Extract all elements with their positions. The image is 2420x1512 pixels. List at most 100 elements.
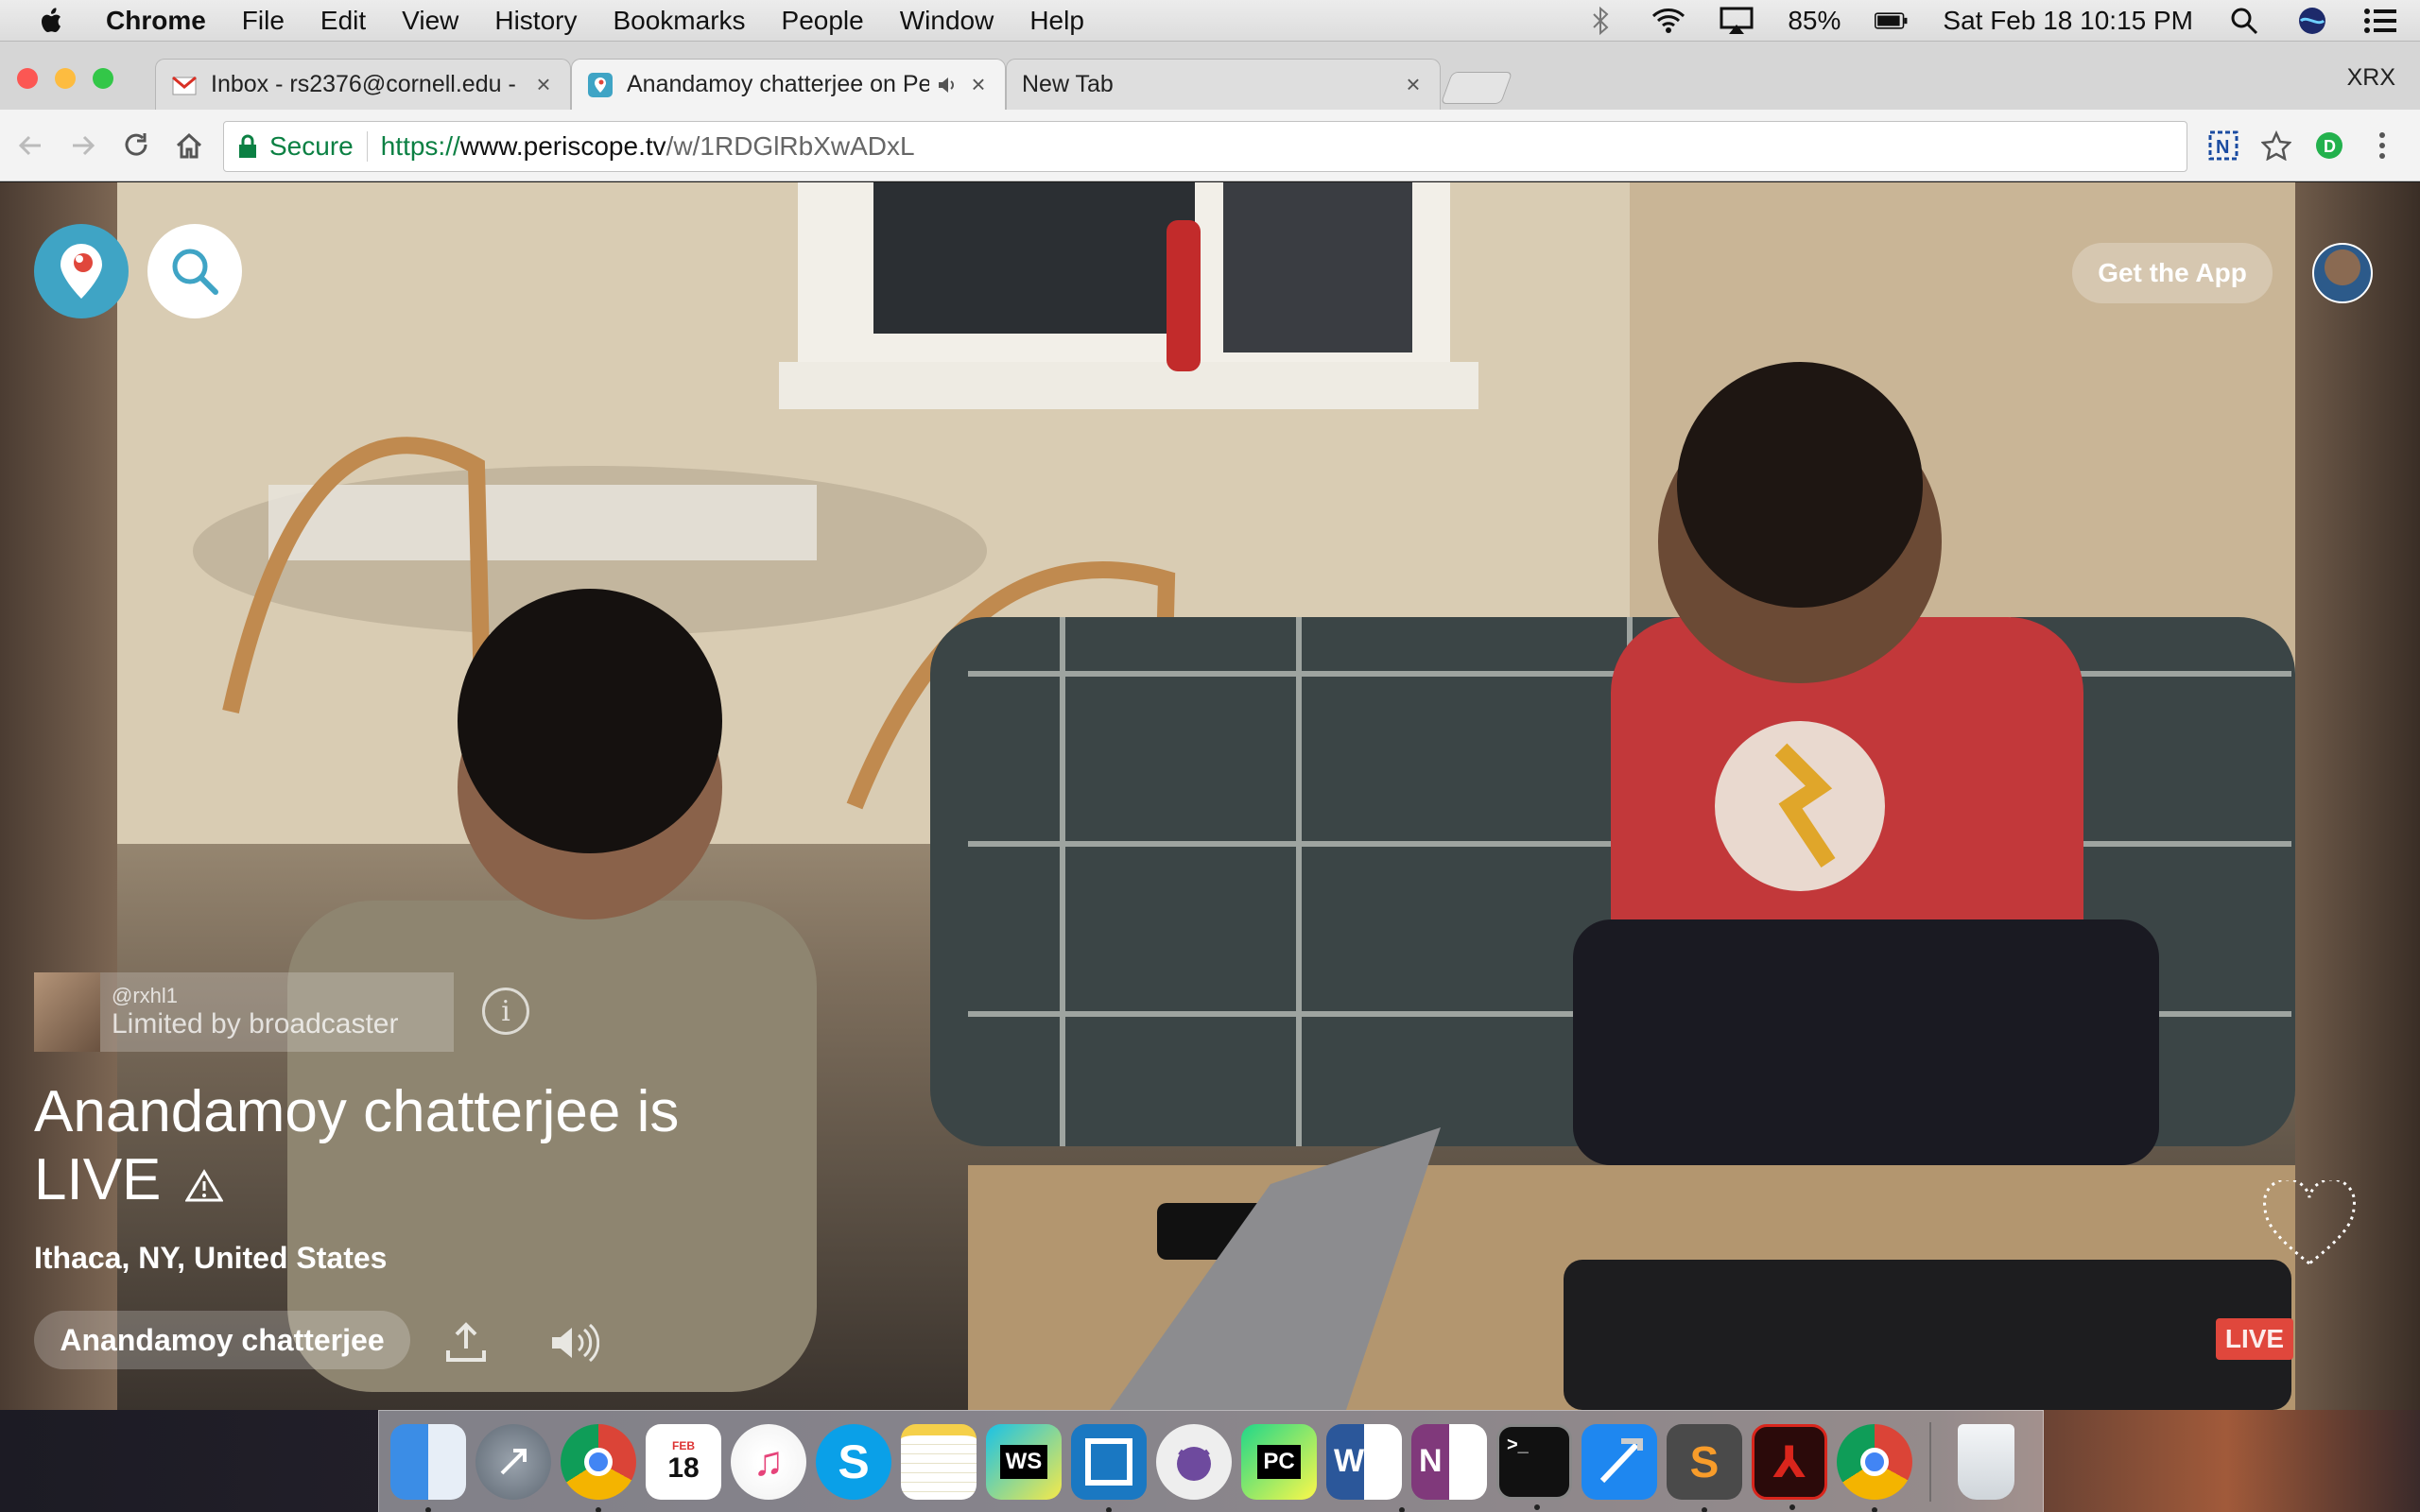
spotlight-icon[interactable] — [2227, 6, 2261, 36]
url-path: /w/1RDGlRbXwADxL — [666, 131, 915, 161]
menu-help[interactable]: Help — [1029, 6, 1084, 36]
volume-icon[interactable] — [548, 1322, 599, 1364]
chrome-dock-icon[interactable] — [561, 1423, 636, 1512]
browser-toolbar: Secure https:// www.periscope.tv /w/1RDG… — [0, 110, 2420, 181]
tab-title: Anandamoy chatterjee on Pe — [627, 71, 929, 97]
chrome-dock-icon-2[interactable] — [1837, 1423, 1912, 1512]
clock[interactable]: Sat Feb 18 10:15 PM — [1943, 6, 2193, 36]
finder-icon[interactable] — [390, 1423, 466, 1512]
close-window-button[interactable] — [17, 68, 38, 89]
macos-menu-bar: Chrome File Edit View History Bookmarks … — [0, 0, 2420, 42]
periscope-logo-icon — [60, 244, 102, 299]
home-button[interactable] — [170, 127, 208, 164]
terminal-icon[interactable]: >_ — [1496, 1423, 1572, 1510]
word-icon[interactable]: W — [1326, 1423, 1405, 1512]
user-avatar[interactable] — [2312, 243, 2373, 303]
minimize-window-button[interactable] — [55, 68, 76, 89]
broadcast-location: Ithaca, NY, United States — [34, 1241, 388, 1275]
secure-indicator[interactable]: Secure — [237, 131, 354, 162]
github-icon[interactable] — [1156, 1423, 1232, 1500]
extension-icon[interactable]: D — [2310, 127, 2348, 164]
video-blur-left — [0, 182, 117, 1410]
chat-limited-banner: @rxhl1 Limited by broadcaster — [34, 972, 454, 1052]
webstorm-icon[interactable]: WS — [986, 1423, 1062, 1500]
broadcast-title-text: Anandamoy chatterjee is LIVE — [34, 1079, 680, 1212]
menu-people[interactable]: People — [782, 6, 864, 36]
battery-icon[interactable] — [1875, 6, 1909, 36]
running-indicator — [1872, 1506, 1877, 1512]
menu-edit[interactable]: Edit — [320, 6, 366, 36]
running-indicator — [1106, 1506, 1112, 1512]
periscope-search-button[interactable] — [147, 224, 242, 318]
calendar-day: 18 — [667, 1452, 700, 1484]
vmware-icon[interactable] — [1071, 1423, 1147, 1512]
new-tab-button[interactable] — [1440, 72, 1513, 104]
xcode-icon[interactable] — [1582, 1423, 1657, 1500]
launchpad-icon[interactable] — [475, 1423, 551, 1500]
forward-button[interactable] — [64, 127, 102, 164]
apple-menu-icon[interactable] — [36, 6, 70, 36]
onenote-icon[interactable]: N — [1411, 1423, 1487, 1500]
acrobat-icon[interactable]: ⅄ — [1752, 1423, 1827, 1510]
lock-icon — [239, 134, 256, 158]
omnibox-divider — [366, 131, 368, 162]
menu-view[interactable]: View — [402, 6, 458, 36]
maximize-window-button[interactable] — [93, 68, 113, 89]
menu-history[interactable]: History — [494, 6, 577, 36]
address-bar[interactable]: Secure https:// www.periscope.tv /w/1RDG… — [223, 121, 2187, 172]
dock: FEB 18 ♫ S WS PC W N >_ S ⅄ — [378, 1410, 2044, 1512]
tab-close-icon[interactable]: × — [1402, 70, 1425, 99]
share-icon[interactable] — [444, 1322, 488, 1364]
broadcast-title: Anandamoy chatterjee is LIVE — [34, 1078, 752, 1214]
periscope-page: Get the App @rxhl1 Limited by broadcaste… — [0, 182, 2420, 1410]
live-video[interactable] — [117, 182, 2295, 1410]
periscope-logo-button[interactable] — [34, 224, 129, 318]
menu-window[interactable]: Window — [900, 6, 994, 36]
menu-file[interactable]: File — [242, 6, 285, 36]
notification-center-icon[interactable] — [2363, 6, 2397, 36]
itunes-icon[interactable]: ♫ — [731, 1423, 806, 1500]
chat-user-handle: @rxhl1 — [112, 984, 179, 1007]
profile-name[interactable]: XRX — [2347, 64, 2395, 92]
bluetooth-icon[interactable] — [1583, 6, 1617, 36]
info-icon[interactable]: i — [482, 988, 529, 1035]
search-icon — [172, 249, 218, 295]
wifi-icon[interactable] — [1651, 6, 1685, 36]
chrome-menu-icon[interactable] — [2363, 127, 2401, 164]
get-the-app-button[interactable]: Get the App — [2072, 243, 2273, 303]
onenote-clipper-icon[interactable]: N — [2204, 127, 2242, 164]
tab-strip: Inbox - rs2376@cornell.edu - G × Anandam… — [0, 42, 2420, 110]
live-badge: LIVE — [2216, 1318, 2293, 1360]
calendar-month: FEB — [672, 1438, 695, 1452]
menu-app-name[interactable]: Chrome — [106, 6, 206, 36]
siri-icon[interactable] — [2295, 6, 2329, 36]
tab-audio-icon[interactable] — [937, 75, 958, 95]
back-button[interactable] — [11, 127, 49, 164]
chat-user-avatar — [34, 972, 100, 1052]
airplay-icon[interactable] — [1720, 6, 1754, 36]
menu-bookmarks[interactable]: Bookmarks — [613, 6, 745, 36]
notes-icon[interactable] — [901, 1423, 977, 1500]
battery-percent: 85% — [1788, 6, 1841, 35]
tab-gmail-inbox[interactable]: Inbox - rs2376@cornell.edu - G × — [155, 59, 571, 110]
broadcaster-name-button[interactable]: Anandamoy chatterjee — [34, 1311, 410, 1369]
bookmark-star-icon[interactable] — [2257, 127, 2295, 164]
calendar-icon[interactable]: FEB 18 — [646, 1423, 721, 1500]
chat-limited-text: Limited by broadcaster — [112, 1008, 399, 1040]
heart-icon[interactable] — [2259, 1180, 2360, 1271]
running-indicator — [1399, 1506, 1405, 1512]
tab-close-icon[interactable]: × — [967, 70, 990, 99]
running-indicator — [596, 1506, 601, 1512]
url-host: www.periscope.tv — [459, 131, 666, 161]
svg-text:D: D — [2324, 137, 2336, 156]
trash-icon[interactable] — [1958, 1423, 2014, 1500]
pycharm-icon[interactable]: PC — [1241, 1423, 1317, 1500]
tab-periscope[interactable]: Anandamoy chatterjee on Pe × — [571, 59, 1006, 110]
tab-title: Inbox - rs2376@cornell.edu - G — [211, 71, 523, 97]
sublime-text-icon[interactable]: S — [1667, 1423, 1742, 1512]
skype-icon[interactable]: S — [816, 1423, 891, 1500]
tab-close-icon[interactable]: × — [532, 70, 555, 99]
warning-icon[interactable] — [184, 1169, 223, 1203]
tab-new-tab[interactable]: New Tab × — [1006, 59, 1441, 110]
reload-button[interactable] — [117, 127, 155, 164]
